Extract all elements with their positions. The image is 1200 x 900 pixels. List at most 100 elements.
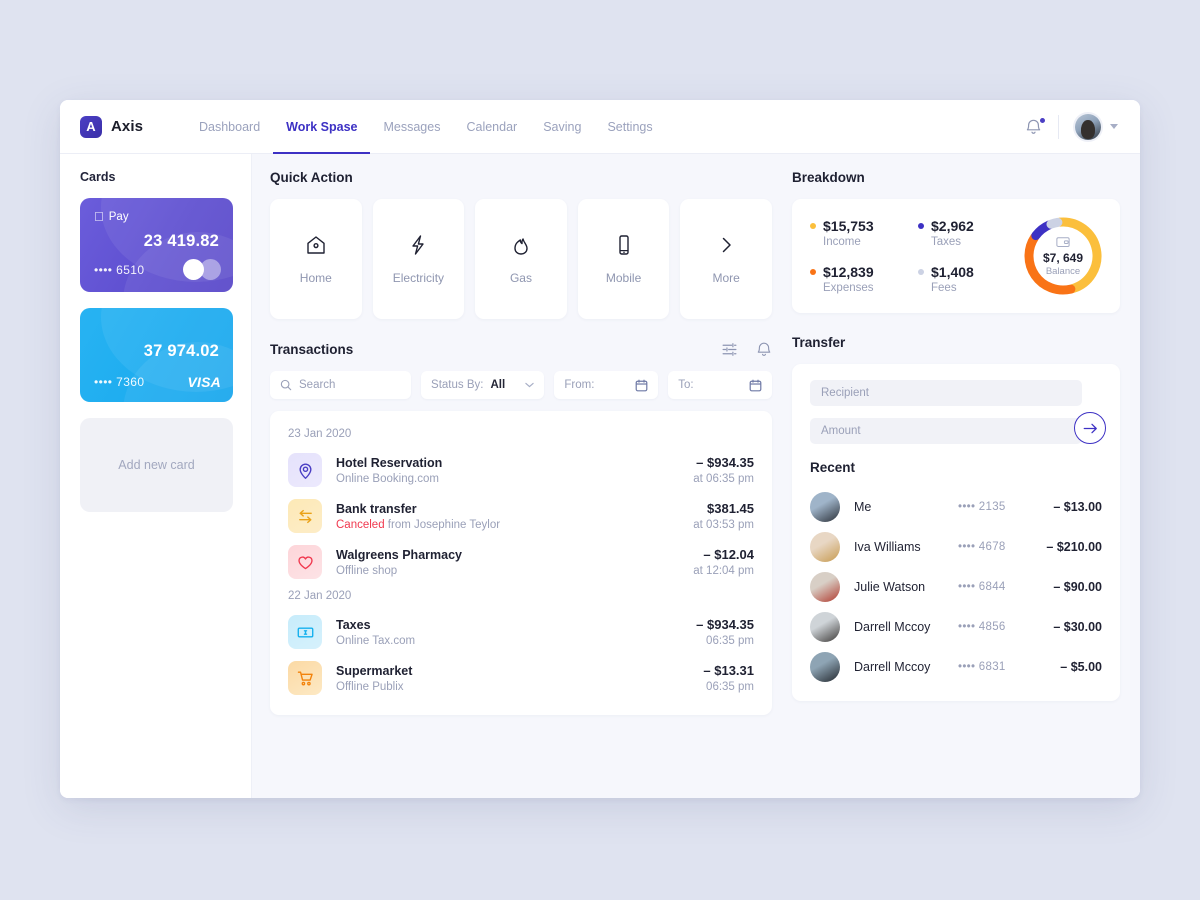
breakdown-value: $2,962 xyxy=(931,218,974,234)
list-item[interactable]: Julie Watson •••• 6844 – $90.00 xyxy=(810,567,1102,607)
breakdown-label: Taxes xyxy=(931,236,962,248)
avatar xyxy=(810,612,840,642)
legend-dot xyxy=(918,223,924,229)
quick-action-label: Home xyxy=(299,271,332,285)
search-input[interactable]: Search xyxy=(270,371,412,399)
amount-input[interactable]: Amount xyxy=(810,418,1082,444)
nav-item-settings[interactable]: Settings xyxy=(594,100,665,153)
top-navigation-bar: A Axis Dashboard Work Spase Messages Cal… xyxy=(60,100,1140,154)
user-menu[interactable] xyxy=(1059,113,1118,140)
transaction-time: 06:35 pm xyxy=(706,681,754,693)
quick-action-label: Electricity xyxy=(392,271,445,285)
recipient-card-masked: •••• 2135 xyxy=(958,501,1006,513)
send-transfer-button[interactable] xyxy=(1074,412,1106,444)
legend-dot xyxy=(810,223,816,229)
table-row[interactable]: Hotel Reservation Online Booking.com – $… xyxy=(288,447,754,493)
recipient-name: Iva Williams xyxy=(854,540,921,554)
transactions-title: Transactions xyxy=(270,342,354,357)
legend-dot xyxy=(918,269,924,275)
bolt-icon xyxy=(412,235,425,255)
nav-item-saving[interactable]: Saving xyxy=(530,100,594,153)
chevron-down-icon[interactable] xyxy=(1110,124,1118,129)
cart-icon xyxy=(288,661,322,695)
table-row[interactable]: Bank transfer Canceled from Josephine Te… xyxy=(288,493,754,539)
search-icon xyxy=(280,379,292,391)
table-row[interactable]: Taxes Online Tax.com – $934.35 06:35 pm xyxy=(288,609,754,655)
recipient-name: Julie Watson xyxy=(854,580,926,594)
banknote-icon xyxy=(288,615,322,649)
main-content: Quick Action Home Electricity Gas Mobile… xyxy=(252,154,1140,798)
table-row[interactable]: Walgreens Pharmacy Offline shop – $12.04… xyxy=(288,539,754,585)
location-pin-icon xyxy=(288,453,322,487)
transfer-title: Transfer xyxy=(792,335,846,350)
quick-action-label: Mobile xyxy=(605,271,642,285)
transaction-texts: Taxes Online Tax.com xyxy=(336,618,415,647)
transaction-date-group: 23 Jan 2020 xyxy=(288,428,352,440)
breakdown-value: $15,753 xyxy=(823,218,874,234)
home-icon xyxy=(307,236,325,254)
transaction-amount: – $12.04 xyxy=(703,547,754,562)
quick-action-gas[interactable]: Gas xyxy=(475,199,567,319)
transaction-texts: Supermarket Offline Publix xyxy=(336,664,412,693)
bell-icon[interactable] xyxy=(756,341,772,358)
app-logo-icon: A xyxy=(80,115,102,138)
avatar xyxy=(810,532,840,562)
breakdown-item-taxes: $2,962 Taxes xyxy=(918,218,1020,248)
wallet-icon xyxy=(1056,236,1070,247)
app-name: Axis xyxy=(111,118,144,135)
transaction-subtitle: Offline shop xyxy=(336,564,398,577)
breakdown-value: $12,839 xyxy=(823,264,874,280)
nav-item-workspace[interactable]: Work Spase xyxy=(273,100,371,154)
cards-sidebar: Cards  Pay 23 419.82 •••• 6510 37 974.0… xyxy=(60,154,252,798)
status-filter-dropdown[interactable]: Status By: All xyxy=(421,371,545,399)
transaction-subtitle-text: from Josephine Teylor xyxy=(387,518,501,531)
transaction-time: at 06:35 pm xyxy=(693,473,754,485)
breakdown-card: $15,753 Income $2,962 Taxes $12,839 Expe… xyxy=(792,199,1120,313)
quick-action-more[interactable]: More xyxy=(680,199,772,319)
transaction-amount: $381.45 xyxy=(707,501,754,516)
breakdown-item-expenses: $12,839 Expenses xyxy=(810,264,912,294)
breakdown-legend: $15,753 Income $2,962 Taxes $12,839 Expe… xyxy=(810,218,1020,294)
list-item[interactable]: Me •••• 2135 – $13.00 xyxy=(810,487,1102,527)
add-new-card-button[interactable]: Add new card xyxy=(80,418,233,512)
transaction-title: Bank transfer xyxy=(336,501,417,516)
transaction-amount: – $13.31 xyxy=(703,663,754,678)
recipient-input[interactable]: Recipient xyxy=(810,380,1082,406)
nav-item-messages[interactable]: Messages xyxy=(370,100,453,153)
date-from-field[interactable]: From: xyxy=(554,371,659,399)
avatar xyxy=(810,572,840,602)
transaction-time: 06:35 pm xyxy=(706,635,754,647)
table-row[interactable]: Supermarket Offline Publix – $13.31 06:3… xyxy=(288,655,754,701)
filter-settings-icon[interactable] xyxy=(721,341,738,358)
transaction-title: Taxes xyxy=(336,617,371,632)
recipient-name: Me xyxy=(854,500,872,514)
nav-item-dashboard[interactable]: Dashboard xyxy=(186,100,273,153)
list-item[interactable]: Iva Williams •••• 4678 – $210.00 xyxy=(810,527,1102,567)
avatar xyxy=(810,492,840,522)
brand[interactable]: A Axis xyxy=(80,115,186,138)
notifications-button[interactable] xyxy=(1009,116,1058,136)
quick-action-label: Gas xyxy=(509,271,532,285)
quick-action-mobile[interactable]: Mobile xyxy=(577,199,670,319)
date-to-field[interactable]: To: xyxy=(668,371,772,399)
phone-icon xyxy=(618,235,629,255)
sidebar-title: Cards xyxy=(80,170,116,184)
breakdown-label: Income xyxy=(823,236,861,248)
list-item[interactable]: Darrell Mccoy •••• 4856 – $30.00 xyxy=(810,607,1102,647)
transaction-right: – $934.35 06:35 pm xyxy=(682,617,754,647)
status-filter-label: Status By: xyxy=(431,379,484,391)
list-item[interactable]: Darrell Mccoy •••• 6831 – $5.00 xyxy=(810,647,1102,687)
transaction-subtitle: Canceled from Josephine Teylor xyxy=(336,519,500,531)
calendar-icon xyxy=(749,379,762,391)
transaction-texts: Hotel Reservation Online Booking.com xyxy=(336,456,442,485)
transaction-amount: – $934.35 xyxy=(696,617,754,632)
card-visa[interactable]: 37 974.02 •••• 7360 VISA xyxy=(80,308,233,402)
nav-item-calendar[interactable]: Calendar xyxy=(453,100,530,153)
breakdown-value: $1,408 xyxy=(931,264,974,280)
donut-balance-value: $7, 649 xyxy=(1042,250,1084,265)
quick-action-electricity[interactable]: Electricity xyxy=(372,199,465,319)
chevron-right-icon xyxy=(722,237,731,253)
card-mastercard[interactable]:  Pay 23 419.82 •••• 6510 xyxy=(80,198,233,292)
quick-action-home[interactable]: Home xyxy=(270,199,362,319)
legend-dot xyxy=(810,269,816,275)
